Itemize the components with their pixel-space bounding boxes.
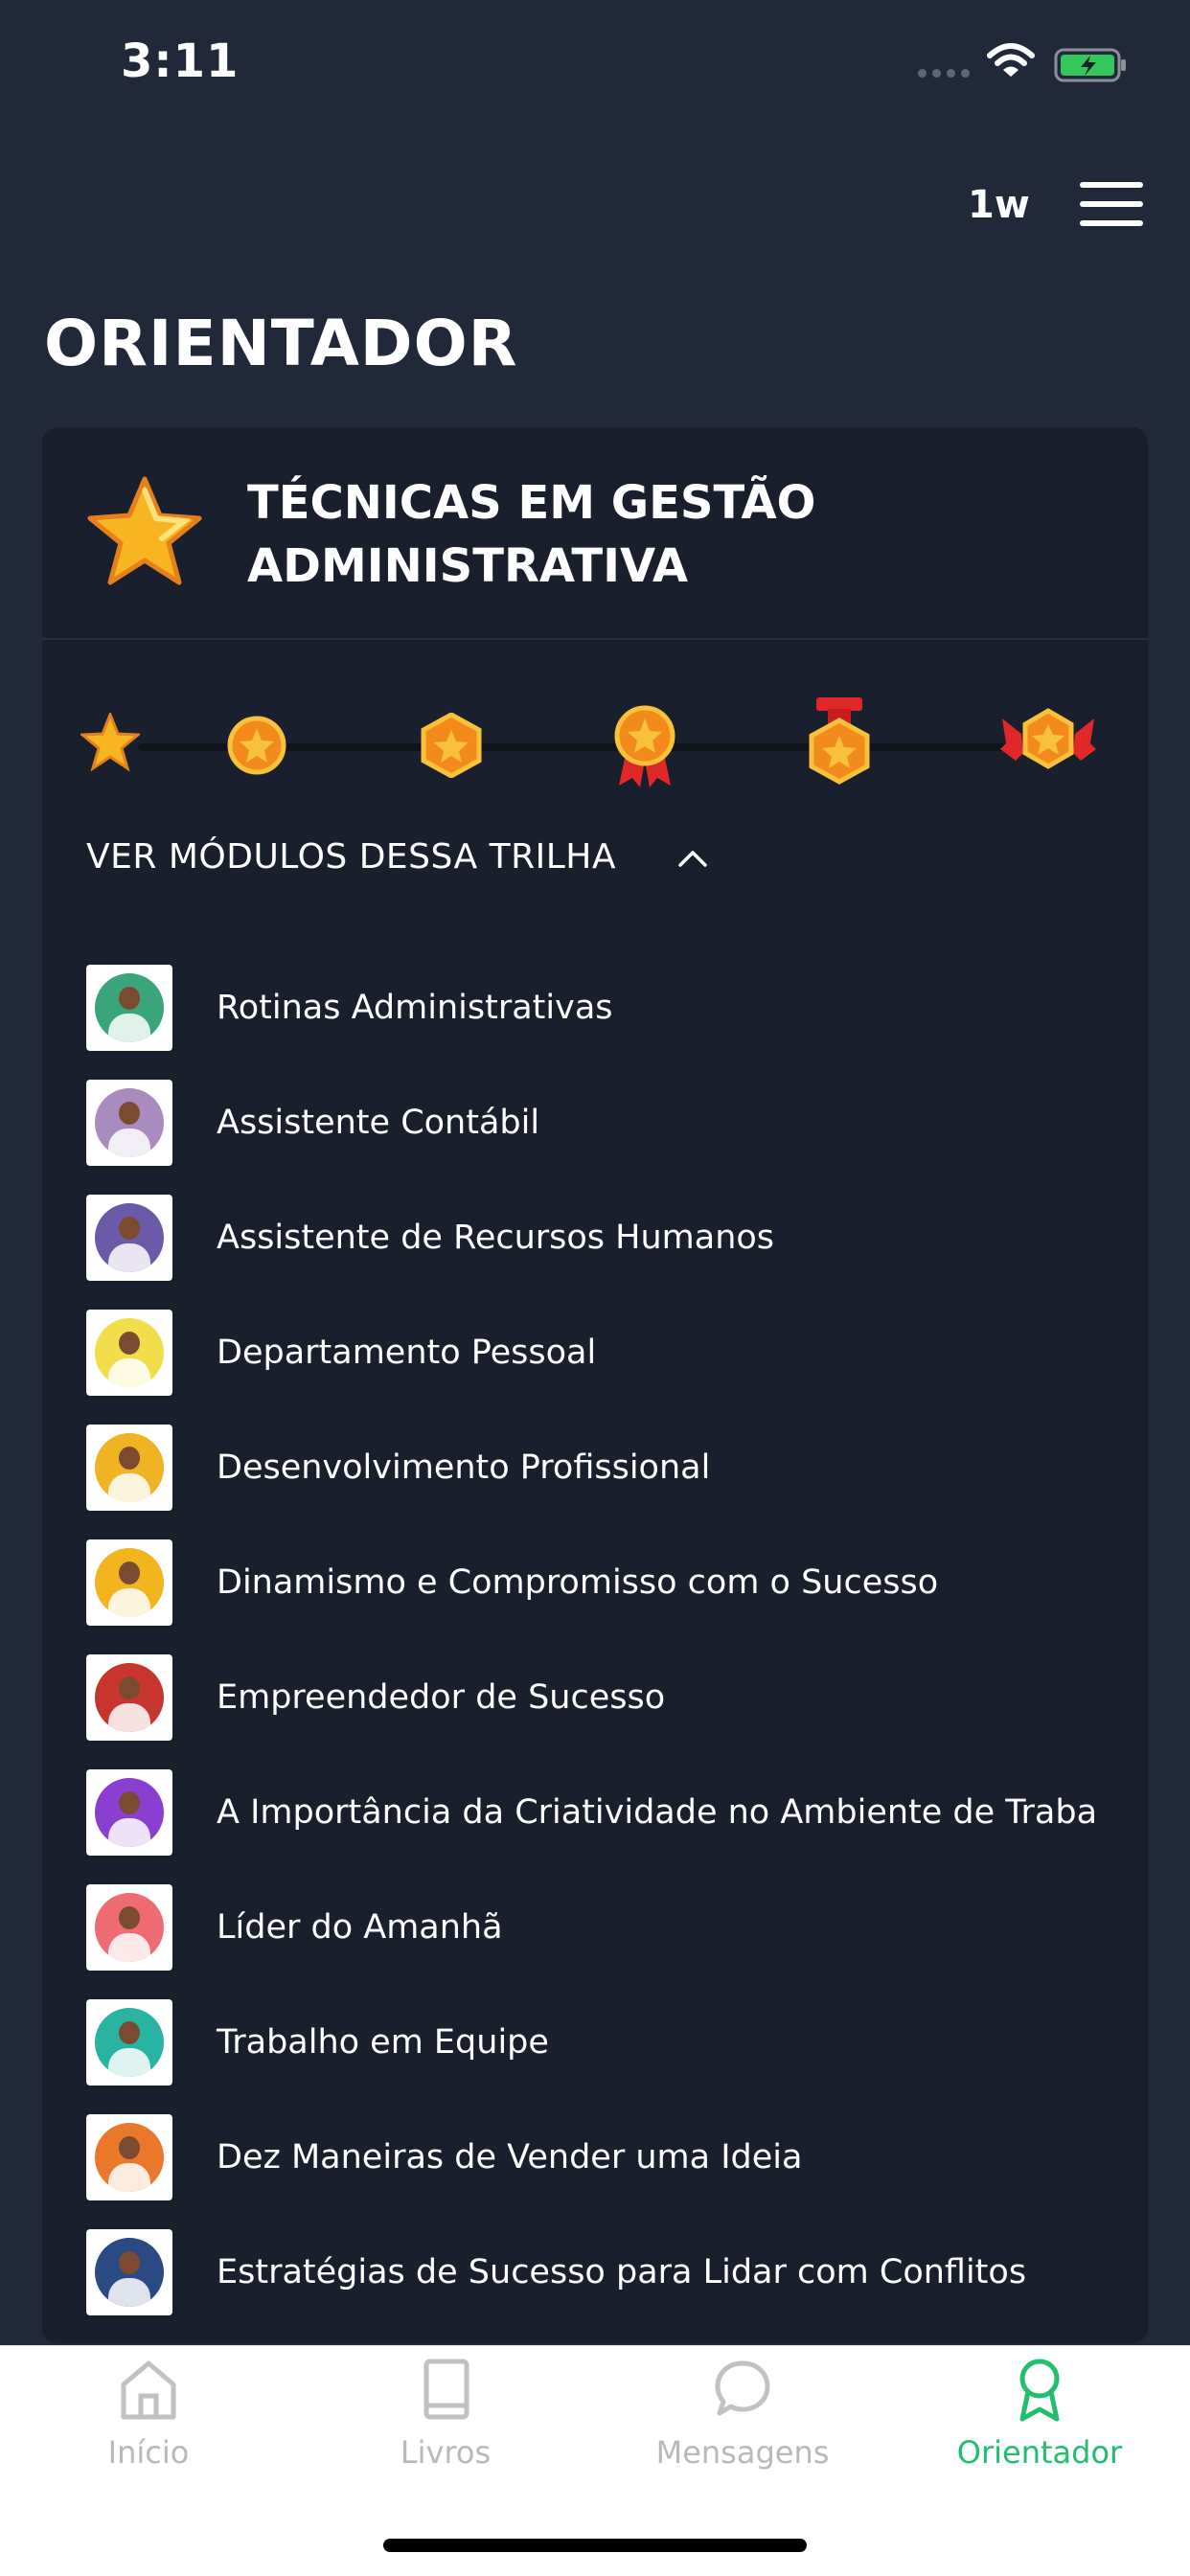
module-thumbnail bbox=[86, 1310, 172, 1396]
module-thumbnail bbox=[86, 1769, 172, 1856]
tab-label: Orientador bbox=[956, 2434, 1123, 2471]
tab-orientador[interactable]: Orientador bbox=[891, 2356, 1188, 2499]
module-thumbnail bbox=[86, 1999, 172, 2086]
module-title: Desenvolvimento Profissional bbox=[217, 1448, 711, 1487]
avatar bbox=[95, 1663, 164, 1732]
week-label[interactable]: 1w bbox=[968, 183, 1030, 227]
module-title: A Importância da Criatividade no Ambient… bbox=[217, 1793, 1098, 1832]
avatar bbox=[95, 1088, 164, 1157]
home-icon bbox=[121, 2360, 176, 2420]
module-list: Rotinas Administrativas Assistente Contá… bbox=[86, 950, 1121, 2343]
module-title: Dez Maneiras de Vender uma Ideia bbox=[217, 2138, 803, 2177]
battery-icon bbox=[1054, 48, 1126, 82]
hamburger-menu-icon[interactable] bbox=[1079, 182, 1143, 228]
cellular-signal-icon bbox=[918, 69, 970, 78]
tab-mensagens[interactable]: Mensagens bbox=[594, 2356, 891, 2499]
star-medal-icon bbox=[80, 713, 140, 772]
avatar bbox=[95, 973, 164, 1042]
home-indicator bbox=[383, 2539, 807, 2552]
hexagon-medal-icon bbox=[421, 713, 482, 778]
avatar bbox=[95, 1778, 164, 1847]
avatar bbox=[95, 1203, 164, 1272]
chevron-up-icon bbox=[678, 850, 707, 867]
module-item[interactable]: Estratégias de Sucesso para Lidar com Co… bbox=[86, 2215, 1121, 2330]
module-item[interactable]: Dinamismo e Compromisso com o Sucesso bbox=[86, 1525, 1121, 1640]
avatar bbox=[95, 1893, 164, 1962]
module-thumbnail bbox=[86, 1195, 172, 1281]
module-title: Trabalho em Equipe bbox=[217, 2023, 549, 2062]
module-item-partial[interactable] bbox=[86, 2330, 1121, 2343]
avatar bbox=[95, 2008, 164, 2077]
module-item[interactable]: Departamento Pessoal bbox=[86, 1295, 1121, 1410]
star-icon bbox=[87, 476, 202, 585]
module-item[interactable]: Trabalho em Equipe bbox=[86, 1985, 1121, 2100]
module-item[interactable]: Rotinas Administrativas bbox=[86, 950, 1121, 1065]
avatar bbox=[95, 2123, 164, 2192]
module-item[interactable]: Líder do Amanhã bbox=[86, 1870, 1121, 1985]
module-thumbnail bbox=[86, 965, 172, 1051]
module-thumbnail bbox=[86, 2114, 172, 2200]
module-title: Rotinas Administrativas bbox=[217, 989, 613, 1027]
avatar bbox=[95, 2238, 164, 2307]
track-header: TÉCNICAS EM GESTÃO ADMINISTRATIVA bbox=[42, 427, 1148, 640]
tab-label: Mensagens bbox=[655, 2434, 830, 2471]
module-thumbnail bbox=[86, 1654, 172, 1741]
avatar bbox=[95, 1548, 164, 1617]
tab-label: Início bbox=[107, 2434, 190, 2471]
medal-progress bbox=[80, 697, 1115, 793]
module-item[interactable]: Empreendedor de Sucesso bbox=[86, 1640, 1121, 1755]
module-title: Líder do Amanhã bbox=[217, 1908, 503, 1947]
page-title: ORIENTADOR bbox=[44, 307, 518, 380]
module-title: Departamento Pessoal bbox=[217, 1334, 597, 1372]
ribbon-icon bbox=[1019, 2359, 1060, 2422]
module-title: Empreendedor de Sucesso bbox=[217, 1678, 666, 1717]
banner-medal-icon bbox=[809, 697, 870, 785]
module-thumbnail bbox=[86, 1425, 172, 1511]
winged-medal-icon bbox=[1000, 708, 1096, 769]
module-thumbnail bbox=[86, 1080, 172, 1166]
module-item[interactable]: Assistente Contábil bbox=[86, 1065, 1121, 1180]
tab-livros[interactable]: Livros bbox=[297, 2356, 594, 2499]
module-title: Estratégias de Sucesso para Lidar com Co… bbox=[217, 2253, 1027, 2291]
status-time: 3:11 bbox=[121, 34, 240, 88]
module-item[interactable]: Assistente de Recursos Humanos bbox=[86, 1180, 1121, 1295]
module-title: Dinamismo e Compromisso com o Sucesso bbox=[217, 1563, 939, 1602]
module-item[interactable]: Desenvolvimento Profissional bbox=[86, 1410, 1121, 1525]
module-title: Assistente de Recursos Humanos bbox=[217, 1219, 775, 1257]
bronze-medal-icon bbox=[227, 716, 286, 775]
toggle-modules-label: VER MÓDULOS DESSA TRILHA bbox=[86, 837, 616, 877]
tab-label: Livros bbox=[400, 2434, 492, 2471]
module-thumbnail bbox=[86, 1884, 172, 1971]
status-bar: 3:11 bbox=[0, 0, 1190, 134]
book-icon bbox=[423, 2359, 469, 2420]
wifi-icon bbox=[987, 43, 1035, 77]
toggle-modules-button[interactable]: VER MÓDULOS DESSA TRILHA bbox=[86, 837, 710, 877]
chat-icon bbox=[715, 2360, 770, 2416]
module-title: Assistente Contábil bbox=[217, 1104, 540, 1142]
tab-inicio[interactable]: Início bbox=[0, 2356, 297, 2499]
module-item[interactable]: A Importância da Criatividade no Ambient… bbox=[86, 1755, 1121, 1870]
ribbon-medal-icon bbox=[614, 705, 675, 787]
avatar bbox=[95, 1318, 164, 1387]
track-title: TÉCNICAS EM GESTÃO ADMINISTRATIVA bbox=[247, 476, 816, 593]
track-card: TÉCNICAS EM GESTÃO ADMINISTRATIVA VER MÓ… bbox=[42, 427, 1148, 2343]
module-item[interactable]: Dez Maneiras de Vender uma Ideia bbox=[86, 2100, 1121, 2215]
module-thumbnail bbox=[86, 1539, 172, 1626]
module-thumbnail bbox=[86, 2229, 172, 2315]
avatar bbox=[95, 1433, 164, 1502]
